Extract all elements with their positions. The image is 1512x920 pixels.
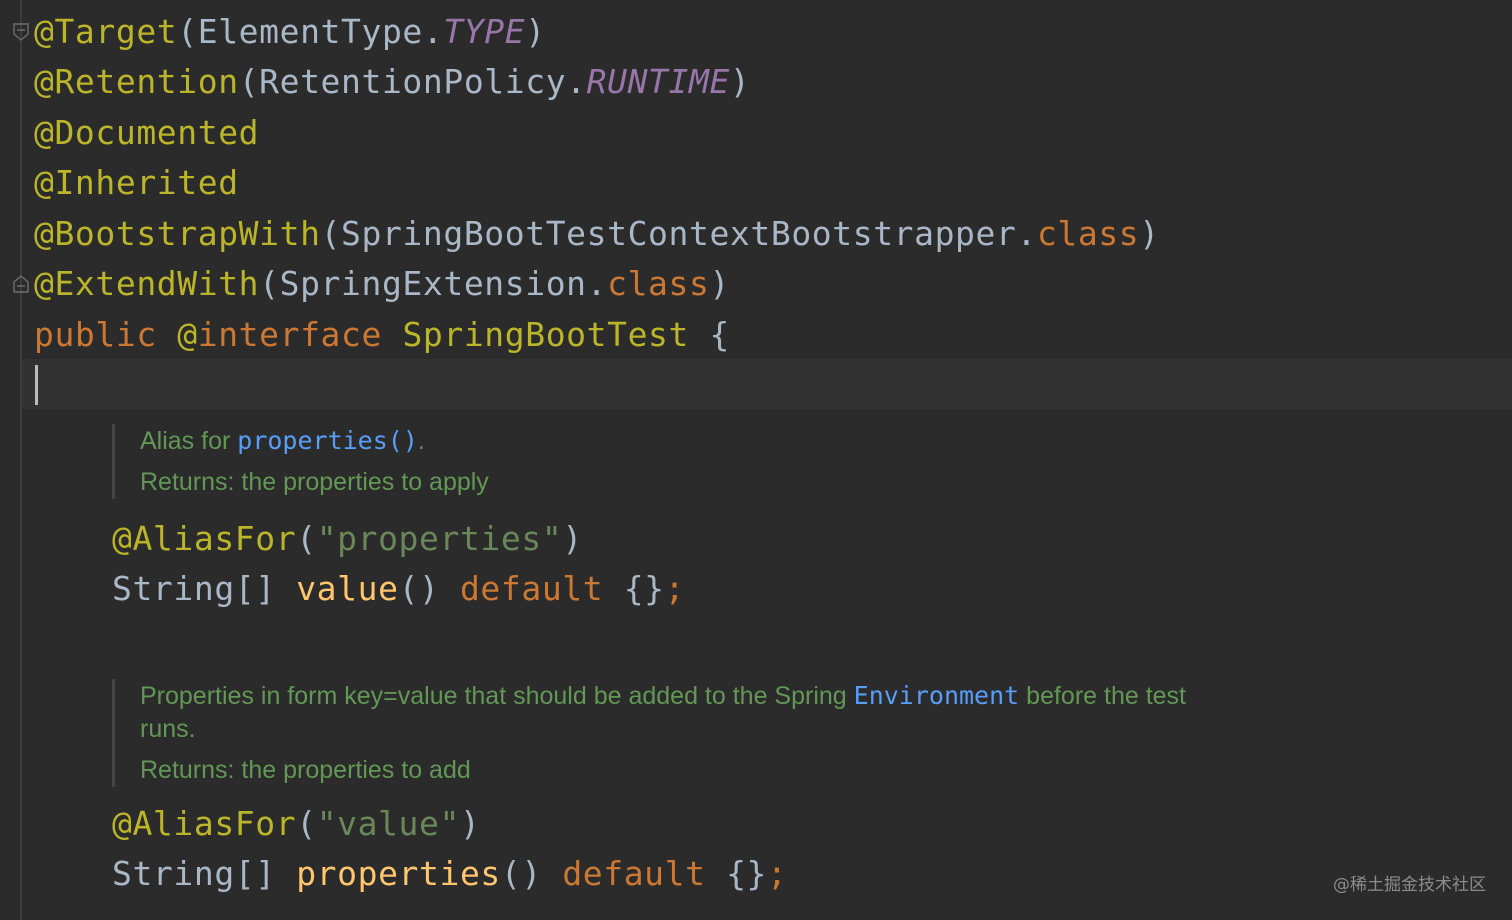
type-name: String[] — [112, 569, 276, 608]
parens: () — [398, 569, 440, 608]
at-sign: @ — [177, 315, 198, 354]
paren: ( — [296, 519, 317, 558]
doc-comment-properties: Properties in form key=value that should… — [112, 679, 1186, 787]
code-line-target: @Target(ElementType.TYPE) — [34, 14, 546, 50]
keyword-class: class — [1036, 214, 1140, 253]
type-name: String[] — [112, 854, 276, 893]
watermark: @稀土掘金技术社区 — [1333, 875, 1486, 895]
code-line-retention: @Retention(RetentionPolicy.RUNTIME) — [34, 64, 750, 100]
code-line-extendwith: @ExtendWith(SpringExtension.class) — [34, 266, 730, 302]
keyword-interface: interface — [197, 315, 382, 354]
annotation-inherited: @Inherited — [34, 163, 239, 202]
doc-returns-line: Returns: the properties to add — [140, 756, 471, 784]
semicolon: ; — [767, 854, 788, 893]
paren: ) — [459, 804, 481, 843]
annotation-target: @Target — [34, 12, 178, 51]
code-line-properties-method: String[] properties() default {}; — [112, 856, 787, 892]
doc-description-line: Properties in form key=value that should… — [140, 679, 1186, 713]
dot: . — [422, 12, 444, 51]
paren: ( — [238, 62, 260, 101]
doc-text: Alias for — [140, 427, 238, 455]
annotation-aliasfor: @AliasFor — [112, 519, 297, 558]
doc-description-wrap: runs. — [140, 715, 196, 743]
doc-text: before the test — [1019, 682, 1186, 710]
default-value: {} — [623, 569, 665, 608]
code-line-inherited: @Inherited — [34, 165, 239, 201]
paren: ( — [296, 804, 317, 843]
fold-collapse-icon[interactable] — [12, 22, 30, 42]
doc-link-environment[interactable]: Environment — [854, 681, 1020, 710]
class-name: SpringBootTestContextBootstrapper — [341, 214, 1017, 253]
keyword-default: default — [459, 569, 604, 608]
gutter-divider — [20, 0, 22, 920]
method-value: value — [296, 569, 399, 608]
keyword-default: default — [562, 854, 706, 893]
paren: ( — [177, 12, 198, 51]
doc-alias-line: Alias for properties(). — [140, 424, 489, 458]
doc-comment-value: Alias for properties(). Returns: the pro… — [112, 424, 489, 499]
doc-returns-line: Returns: the properties to apply — [140, 468, 489, 496]
semicolon: ; — [664, 569, 686, 608]
class-name: ElementType — [197, 12, 423, 51]
doc-text: Properties in form key=value that should… — [140, 682, 854, 710]
code-line-interface-declaration: public @interface SpringBootTest { — [34, 317, 730, 353]
text-caret — [35, 365, 38, 405]
open-brace: { — [709, 315, 730, 354]
current-line-highlight[interactable] — [22, 359, 1512, 409]
code-line-aliasfor-value: @AliasFor("value") — [112, 806, 480, 842]
paren: ) — [562, 519, 583, 558]
paren: ) — [525, 12, 546, 51]
parens: () — [500, 854, 542, 893]
enum-constant: TYPE — [443, 12, 526, 51]
code-line-aliasfor-properties: @AliasFor("properties") — [112, 521, 583, 557]
keyword-class: class — [607, 264, 710, 303]
dot: . — [566, 62, 587, 101]
annotation-retention: @Retention — [34, 62, 239, 101]
code-line-bootstrapwith: @BootstrapWith(SpringBootTestContextBoot… — [34, 216, 1160, 252]
code-line-documented: @Documented — [34, 115, 259, 151]
enum-constant: RUNTIME — [586, 62, 730, 101]
default-value: {} — [726, 854, 767, 893]
paren: ( — [259, 264, 280, 303]
paren: ( — [320, 214, 342, 253]
interface-name: SpringBootTest — [402, 315, 689, 354]
class-name: RetentionPolicy — [259, 62, 567, 101]
string-literal: "value" — [316, 804, 460, 843]
dot: . — [1016, 214, 1037, 253]
fold-end-icon[interactable] — [12, 274, 30, 294]
method-properties: properties — [296, 854, 501, 893]
doc-link-properties[interactable]: properties() — [237, 426, 418, 455]
annotation-documented: @Documented — [34, 113, 260, 152]
paren: ) — [1139, 214, 1160, 253]
code-editor[interactable]: @Target(ElementType.TYPE) @Retention(Ret… — [0, 0, 1512, 920]
class-name: SpringExtension — [279, 264, 587, 303]
doc-text: . — [417, 427, 425, 455]
paren: ) — [709, 264, 730, 303]
annotation-bootstrapwith: @BootstrapWith — [34, 214, 321, 253]
code-line-value-method: String[] value() default {}; — [112, 571, 685, 607]
annotation-extendwith: @ExtendWith — [34, 264, 260, 303]
keyword-public: public — [34, 315, 157, 354]
dot: . — [586, 264, 608, 303]
paren: ) — [729, 62, 751, 101]
string-literal: "properties" — [316, 519, 563, 558]
annotation-aliasfor: @AliasFor — [112, 804, 297, 843]
